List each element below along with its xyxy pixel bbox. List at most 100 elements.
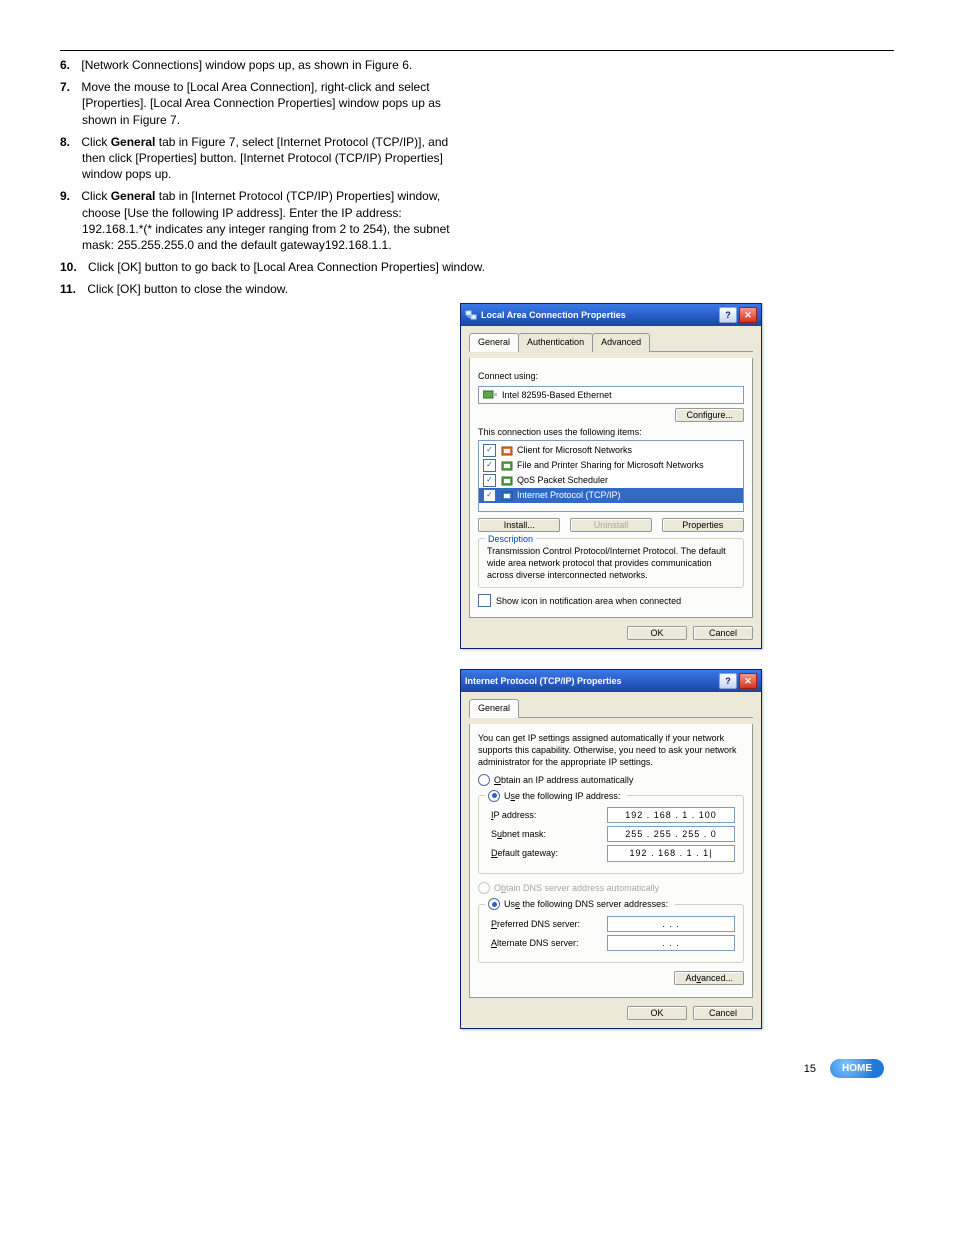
items-label: This connection uses the following items… — [478, 426, 744, 438]
document-body: 6. [Network Connections] window pops up,… — [60, 57, 894, 1029]
cancel-button[interactable]: Cancel — [693, 626, 753, 640]
adapter-name: Intel 82595-Based Ethernet — [502, 389, 612, 401]
lan-tabs: General Authentication Advanced — [469, 332, 753, 351]
step8-e: window pops up. — [82, 167, 171, 181]
step7-line3: shown in Figure 7. — [82, 113, 180, 127]
step-num-7: 7. — [60, 80, 70, 94]
list-item[interactable]: ✓ File and Printer Sharing for Microsoft… — [479, 458, 743, 473]
tab-general[interactable]: General — [469, 699, 519, 717]
ok-button[interactable]: OK — [627, 626, 687, 640]
step-10: 10. Click [OK] button to go back to [Loc… — [60, 259, 894, 275]
step-9: 9. Click General tab in [Internet Protoc… — [60, 188, 894, 253]
list-item-selected[interactable]: ✓ Internet Protocol (TCP/IP) — [479, 488, 743, 503]
step9-d: choose [Use the following IP address]. E… — [82, 206, 402, 220]
default-gateway-input[interactable]: 192 . 168 . 1 . 1| — [607, 845, 735, 861]
ip-address-input[interactable]: 192 . 168 . 1 . 100 — [607, 807, 735, 823]
checkbox-icon[interactable]: ✓ — [483, 474, 496, 487]
connect-using-label: Connect using: — [478, 370, 744, 382]
show-icon-row[interactable]: ✓ Show icon in notification area when co… — [478, 594, 744, 607]
home-badge[interactable]: HOME — [830, 1059, 884, 1078]
page-header-rule — [60, 30, 894, 51]
description-legend: Description — [485, 533, 536, 545]
checkbox-icon[interactable]: ✓ — [483, 489, 496, 502]
adapter-icon — [483, 390, 497, 400]
description-text: Transmission Control Protocol/Internet P… — [487, 545, 737, 581]
help-button[interactable]: ? — [719, 307, 737, 323]
cancel-button[interactable]: Cancel — [693, 1006, 753, 1020]
service-icon — [501, 460, 513, 472]
tcpip-properties-window: Internet Protocol (TCP/IP) Properties ? … — [460, 669, 762, 1029]
configure-button[interactable]: Configure... — [675, 408, 744, 422]
list-item[interactable]: ✓ Client for Microsoft Networks — [479, 443, 743, 458]
step9-e: 192.168.1.*(* indicates any integer rang… — [82, 222, 450, 236]
use-dns-group: Use the following DNS server addresses: … — [478, 904, 744, 963]
lan-titlebar: Local Area Connection Properties ? ✕ — [461, 304, 761, 326]
radio-icon — [488, 898, 500, 910]
adapter-field[interactable]: Intel 82595-Based Ethernet — [478, 386, 744, 404]
step11-text: Click [OK] button to close the window. — [87, 282, 288, 296]
item-label: QoS Packet Scheduler — [517, 474, 608, 486]
step-num-8: 8. — [60, 135, 70, 149]
checkbox-icon[interactable]: ✓ — [483, 459, 496, 472]
step-7: 7. Move the mouse to [Local Area Connect… — [60, 79, 894, 128]
obtain-dns-radio: Obtain DNS server address automatically — [478, 882, 659, 894]
show-icon-label: Show icon in notification area when conn… — [496, 595, 681, 607]
item-label: File and Printer Sharing for Microsoft N… — [517, 459, 704, 471]
step-num-11: 11. — [60, 282, 76, 296]
install-button[interactable]: Install... — [478, 518, 560, 532]
protocol-icon — [501, 490, 513, 502]
properties-button[interactable]: Properties — [662, 518, 744, 532]
step-num-9: 9. — [60, 189, 70, 203]
service-icon — [501, 475, 513, 487]
subnet-mask-input[interactable]: 255 . 255 . 255 . 0 — [607, 826, 735, 842]
radio-icon — [478, 774, 490, 786]
advanced-button[interactable]: Advanced... — [674, 971, 744, 985]
close-button[interactable]: ✕ — [739, 673, 757, 689]
alternate-dns-input[interactable]: . . . — [607, 935, 735, 951]
step-num-10: 10. — [60, 260, 77, 274]
step8-c: tab in Figure 7, select [Internet Protoc… — [155, 135, 448, 149]
list-item[interactable]: ✓ QoS Packet Scheduler — [479, 473, 743, 488]
tab-advanced[interactable]: Advanced — [592, 333, 650, 351]
step9-c: tab in [Internet Protocol (TCP/IP) Prope… — [155, 189, 440, 203]
preferred-dns-input[interactable]: . . . — [607, 916, 735, 932]
page-footer: 15 HOME — [60, 1059, 894, 1078]
step-6: 6. [Network Connections] window pops up,… — [60, 57, 894, 73]
items-listbox[interactable]: ✓ Client for Microsoft Networks ✓ File a… — [478, 440, 744, 512]
step-11: 11. Click [OK] button to close the windo… — [60, 281, 894, 297]
client-icon — [501, 445, 513, 457]
checkbox-icon[interactable]: ✓ — [483, 444, 496, 457]
radio-icon — [478, 882, 490, 894]
tab-general[interactable]: General — [469, 333, 519, 351]
help-button[interactable]: ? — [719, 673, 737, 689]
step7-line1: Move the mouse to [Local Area Connection… — [81, 80, 429, 94]
ok-button[interactable]: OK — [627, 1006, 687, 1020]
step9-f: mask: 255.255.255.0 and the default gate… — [82, 238, 392, 252]
uninstall-button: Uninstall — [570, 518, 652, 532]
item-label: Client for Microsoft Networks — [517, 444, 632, 456]
use-ip-radio[interactable]: Use the following IP address: — [485, 789, 627, 802]
tcpip-titlebar: Internet Protocol (TCP/IP) Properties ? … — [461, 670, 761, 692]
use-dns-radio[interactable]: Use the following DNS server addresses: — [485, 898, 675, 911]
description-group: Description Transmission Control Protoco… — [478, 538, 744, 588]
close-button[interactable]: ✕ — [739, 307, 757, 323]
step8-d: then click [Properties] button. [Interne… — [82, 151, 443, 165]
obtain-ip-label-rest: btain an IP address automatically — [501, 775, 633, 785]
step8-b: General — [111, 135, 156, 149]
step9-a: Click — [81, 189, 110, 203]
step9-b: General — [111, 189, 156, 203]
page-number: 15 — [804, 1063, 816, 1075]
step10-text: Click [OK] button to go back to [Local A… — [88, 260, 485, 274]
tcpip-title-text: Internet Protocol (TCP/IP) Properties — [465, 675, 622, 687]
step8-a: Click — [81, 135, 110, 149]
tcpip-tabs: General — [469, 698, 753, 717]
step-8: 8. Click General tab in Figure 7, select… — [60, 134, 894, 183]
step7-line2: [Properties]. [Local Area Connection Pro… — [82, 96, 441, 110]
lan-title-text: Local Area Connection Properties — [481, 309, 626, 321]
tcpip-intro: You can get IP settings assigned automat… — [478, 732, 744, 768]
network-icon — [465, 309, 477, 321]
tab-authentication[interactable]: Authentication — [518, 333, 593, 351]
step-num-6: 6. — [60, 58, 70, 72]
checkbox-icon[interactable]: ✓ — [478, 594, 491, 607]
obtain-ip-radio[interactable]: Obtain an IP address automatically — [478, 774, 744, 789]
